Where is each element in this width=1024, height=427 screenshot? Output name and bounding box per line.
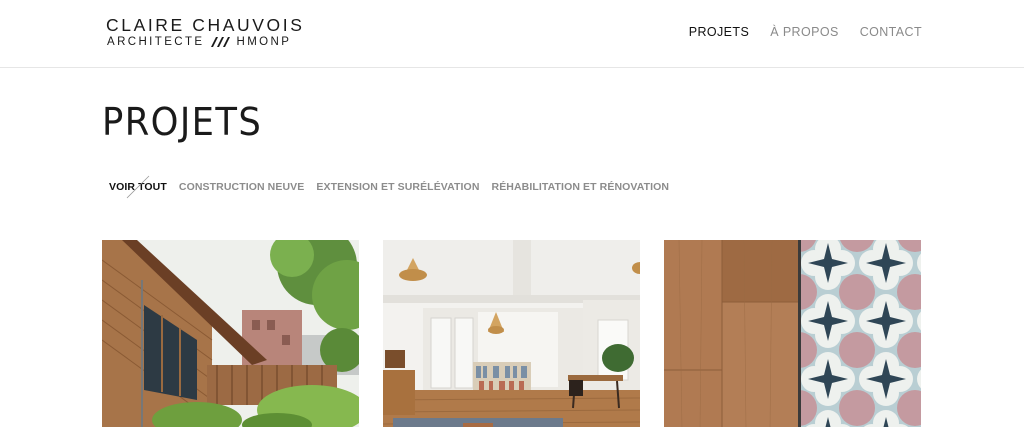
filter-label: RÉHABILITATION ET RÉNOVATION [491, 181, 670, 193]
logo-subtitle: ARCHITECTE HMONP [107, 36, 291, 48]
filter-voir-tout[interactable]: VOIR TOUT [109, 175, 167, 199]
filter-label: CONSTRUCTION NEUVE [178, 181, 305, 193]
project-filters: VOIR TOUT CONSTRUCTION NEUVE EXTENSION E… [109, 175, 670, 199]
project-thumbnail-house [102, 240, 359, 427]
filter-rehabilitation-renovation[interactable]: RÉHABILITATION ET RÉNOVATION [492, 181, 670, 193]
project-card[interactable] [102, 240, 359, 427]
filter-construction-neuve[interactable]: CONSTRUCTION NEUVE [179, 181, 304, 193]
nav-item-a-propos[interactable]: À PROPOS [770, 25, 839, 39]
page-title: PROJETS [102, 100, 263, 144]
filter-label: EXTENSION ET SURÉLÉVATION [316, 181, 480, 193]
filter-label: VOIR TOUT [109, 181, 167, 193]
nav-item-contact[interactable]: CONTACT [860, 25, 922, 39]
project-thumbnail-materials [664, 240, 921, 427]
main-nav: PROJETS À PROPOS CONTACT [689, 25, 922, 39]
filter-extension-surelevation[interactable]: EXTENSION ET SURÉLÉVATION [316, 181, 479, 193]
logo-subtitle-left: ARCHITECTE [107, 36, 205, 48]
project-card[interactable] [383, 240, 640, 427]
nav-item-projets[interactable]: PROJETS [689, 25, 749, 39]
project-card[interactable] [664, 240, 921, 427]
site-logo[interactable]: CLAIRE CHAUVOIS ARCHITECTE HMONP [106, 15, 306, 53]
logo-subtitle-right: HMONP [236, 36, 292, 48]
logo-name: CLAIRE CHAUVOIS [106, 15, 305, 35]
slashes-icon [211, 37, 231, 47]
project-thumbnail-interior [383, 240, 640, 427]
site-header: CLAIRE CHAUVOIS ARCHITECTE HMONP PROJETS… [0, 0, 1024, 68]
